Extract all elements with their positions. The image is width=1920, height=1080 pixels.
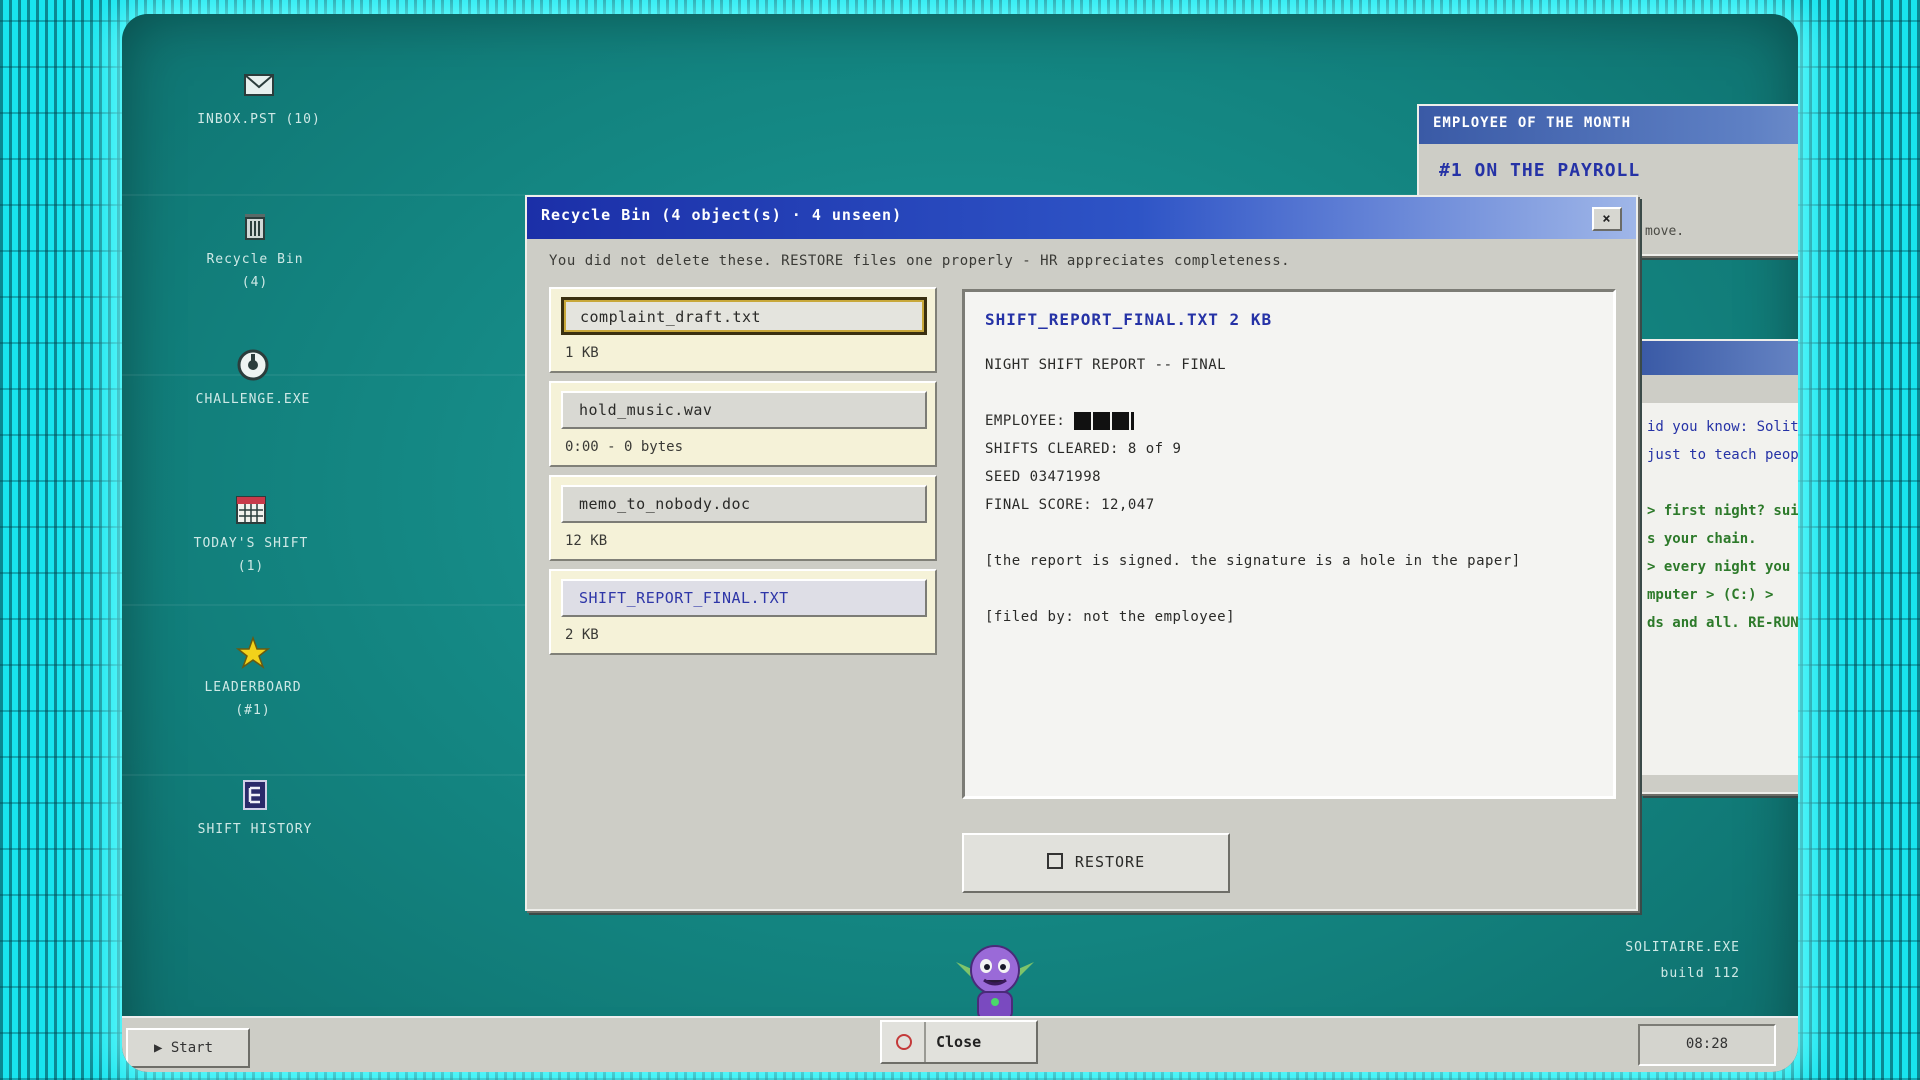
desktop-icon-label: LEADERBOARD <box>204 680 302 695</box>
file-size: 12 KB <box>565 533 608 549</box>
goblin-mascot <box>956 945 1034 1021</box>
desktop-icon-shift-history[interactable]: SHIFT HISTORY <box>180 778 330 837</box>
tip-line: s your chain. <box>1647 531 1757 547</box>
preview-line: NIGHT SHIFT REPORT -- FINAL <box>985 357 1227 373</box>
trash-icon <box>245 214 265 240</box>
tip-line: id you know: Solitaire <box>1647 419 1798 435</box>
file-item-memo[interactable]: memo_to_nobody.doc 12 KB <box>549 475 937 561</box>
tip-line: just to teach people how to <box>1647 447 1798 463</box>
tip-line: > every night you ever <box>1647 559 1798 575</box>
recycle-bin-title: Recycle Bin (4 object(s) · 4 unseen) <box>541 206 903 224</box>
desktop-icon-label: SHIFT HISTORY <box>197 822 313 837</box>
tip-line: mputer > (C:) > <box>1647 587 1774 603</box>
start-label: Start <box>170 1040 214 1056</box>
preview-line: [the report is signed. the signature is … <box>985 553 1521 569</box>
tip-line <box>1641 469 1798 497</box>
file-size: 0:00 - 0 bytes <box>565 439 684 455</box>
preview-line: [filed by: not the employee] <box>985 609 1236 625</box>
envelope-icon <box>244 74 274 96</box>
eom-small-text: move. <box>1645 224 1685 239</box>
preview-line: SEED 03471998 <box>985 469 1102 485</box>
tip-body: id you know: Solitaire just to teach peo… <box>1641 403 1798 775</box>
desktop-icon-label: TODAY'S SHIFT <box>193 536 309 551</box>
desktop-icon-label: CHALLENGE.EXE <box>195 392 311 407</box>
file-name[interactable]: memo_to_nobody.doc <box>561 485 927 523</box>
challenge-icon <box>237 349 269 381</box>
taskbar: ▶ Start Close 08:28 <box>122 1016 1798 1072</box>
employee-label: EMPLOYEE: <box>985 413 1066 429</box>
solitaire-tip-window[interactable]: × id you know: Solitaire just to teach p… <box>1639 339 1798 794</box>
file-name[interactable]: hold_music.wav <box>561 391 927 429</box>
document-icon <box>243 780 267 810</box>
recycle-bin-titlebar: Recycle Bin (4 object(s) · 4 unseen) × <box>527 197 1636 239</box>
restore-label: RESTORE <box>1074 853 1146 871</box>
record-icon <box>882 1022 926 1062</box>
start-button[interactable]: ▶ Start <box>126 1028 250 1068</box>
file-list: complaint_draft.txt 1 KB hold_music.wav … <box>549 287 937 663</box>
play-icon: ▶ <box>154 1040 171 1056</box>
desktop-icon-label: Recycle Bin <box>206 252 304 267</box>
tip-line: ds and all. RE-RUN <box>1647 615 1798 631</box>
build-number: build 112 <box>1660 966 1740 981</box>
close-button[interactable]: × <box>1592 207 1622 231</box>
recycle-bin-message: You did not delete these. RESTORE files … <box>549 253 1291 269</box>
eom-title: EMPLOYEE OF THE MONTH <box>1419 106 1798 144</box>
file-preview-pane: SHIFT_REPORT_FINAL.TXT 2 KB NIGHT SHIFT … <box>962 289 1616 799</box>
desktop-icon-count: (4) <box>241 275 269 290</box>
redacted-block <box>1074 412 1135 430</box>
recycle-bin-window[interactable]: Recycle Bin (4 object(s) · 4 unseen) × Y… <box>525 195 1638 911</box>
tip-titlebar: × <box>1641 341 1798 375</box>
star-icon <box>236 636 270 669</box>
desktop-icon-count: (#1) <box>235 703 271 718</box>
build-title: SOLITAIRE.EXE <box>1625 940 1740 955</box>
preview-employee: EMPLOYEE: <box>985 407 1593 435</box>
preview-line: SHIFTS CLEARED: 8 of 9 <box>985 441 1182 457</box>
clock: 08:28 <box>1638 1024 1776 1066</box>
file-name[interactable]: SHIFT_REPORT_FINAL.TXT <box>561 579 927 617</box>
desktop-icon-challenge[interactable]: CHALLENGE.EXE <box>178 348 328 407</box>
taskbar-close-button[interactable]: Close <box>880 1020 1038 1064</box>
tip-line: > first night? suit slots <box>1647 503 1798 519</box>
preview-header: SHIFT_REPORT_FINAL.TXT 2 KB <box>985 310 1273 329</box>
file-item-shift-report[interactable]: SHIFT_REPORT_FINAL.TXT 2 KB <box>549 569 937 655</box>
file-item-hold-music[interactable]: hold_music.wav 0:00 - 0 bytes <box>549 381 937 467</box>
file-name[interactable]: complaint_draft.txt <box>561 297 927 335</box>
desktop-icon-recycle-bin[interactable]: Recycle Bin (4) <box>180 208 330 290</box>
preview-line: FINAL SCORE: 12,047 <box>985 497 1155 513</box>
file-item-complaint-draft[interactable]: complaint_draft.txt 1 KB <box>549 287 937 373</box>
desktop-icon-leaderboard[interactable]: LEADERBOARD (#1) <box>178 636 328 718</box>
close-label: Close <box>936 1033 982 1051</box>
file-size: 1 KB <box>565 345 599 361</box>
checkbox-icon <box>1046 853 1063 869</box>
desktop-icon-inbox[interactable]: INBOX.PST (10) <box>184 68 334 127</box>
file-size: 2 KB <box>565 627 599 643</box>
desktop: INBOX.PST (10) Recycle Bin (4) CHALLENGE… <box>122 14 1798 1072</box>
desktop-icon-todays-shift[interactable]: TODAY'S SHIFT (1) <box>176 492 326 574</box>
desktop-icon-label: INBOX.PST (10) <box>197 112 321 127</box>
restore-button[interactable]: RESTORE <box>962 833 1230 893</box>
eom-headline: #1 ON THE PAYROLL <box>1439 160 1641 181</box>
desktop-icon-count: (1) <box>237 559 265 574</box>
calendar-icon <box>236 496 266 524</box>
